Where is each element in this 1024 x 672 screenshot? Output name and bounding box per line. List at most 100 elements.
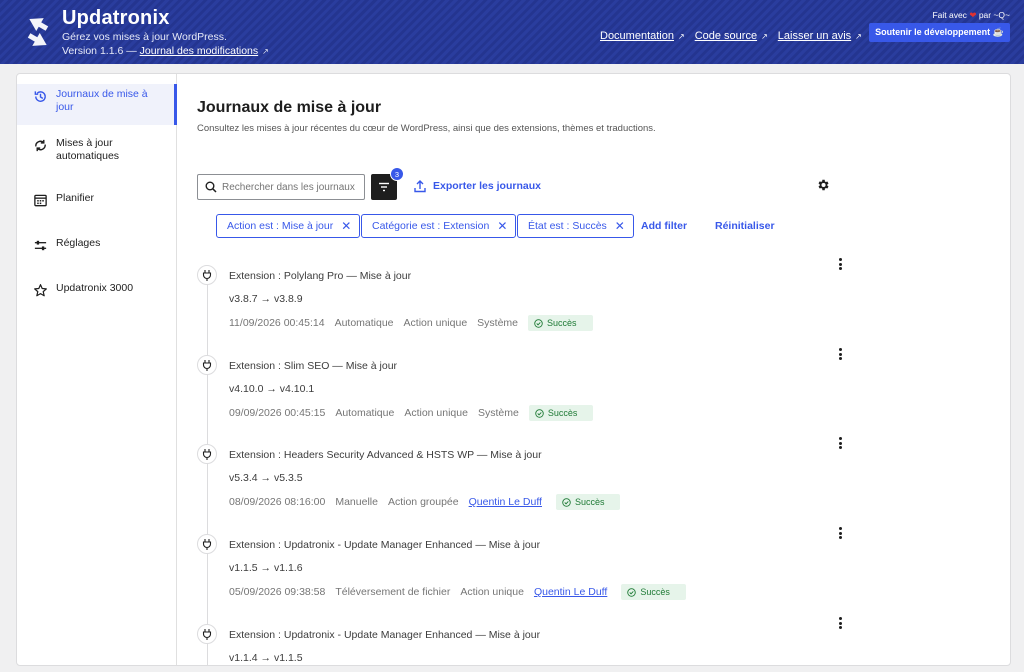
log-meta: 08/09/2026 08:16:00 Manuelle Action grou… xyxy=(229,494,630,510)
made-with-suffix: par ~Q~ xyxy=(978,10,1010,20)
source-code-link[interactable]: Code source xyxy=(695,30,757,42)
log-date: 11/09/2026 00:45:14 xyxy=(229,317,325,329)
sidebar-item-label: Mises à jour automatiques xyxy=(56,137,120,162)
log-title: Extension : Polylang Pro — Mise à jour xyxy=(229,270,412,282)
external-link-icon: ↗ xyxy=(262,47,269,56)
log-mode: Manuelle xyxy=(335,496,378,508)
filter-chip-status[interactable]: État est : Succès ✕ xyxy=(517,214,634,238)
sidebar-item-settings[interactable]: Réglages xyxy=(17,237,175,253)
close-icon[interactable]: ✕ xyxy=(615,219,625,233)
plug-icon xyxy=(197,265,217,285)
app-tagline: Gérez vos mises à jour WordPress. xyxy=(62,31,227,43)
status-badge: Succès xyxy=(555,494,621,510)
search-icon xyxy=(205,181,217,193)
log-user-link[interactable]: Quentin Le Duff xyxy=(534,586,607,598)
app-version: Version 1.1.6 — Journal des modification… xyxy=(62,45,269,57)
plug-icon xyxy=(197,355,217,375)
log-user: Système xyxy=(477,407,519,419)
filter-chip-action[interactable]: Action est : Mise à jour ✕ xyxy=(216,214,361,238)
log-version: v4.10.0 → v4.10.1 xyxy=(229,383,315,395)
search-box[interactable] xyxy=(197,174,365,200)
log-meta: 11/09/2026 00:45:14 Automatique Action u… xyxy=(229,315,603,331)
filter-chip-label: État est : Succès xyxy=(528,220,607,232)
log-date: 09/09/2026 00:45:15 xyxy=(229,407,326,419)
star-icon xyxy=(32,282,48,298)
external-link-icon: ↗ xyxy=(761,32,768,41)
log-date: 05/09/2026 09:38:58 xyxy=(229,586,326,598)
sidebar-item-updatronix-3000[interactable]: Updatronix 3000 xyxy=(17,282,175,298)
log-action: Action groupée xyxy=(387,496,459,508)
page-title: Journaux de mise à jour xyxy=(197,99,382,116)
check-circle-icon xyxy=(627,587,637,597)
main-content: Journaux de mise à jour Consultez les mi… xyxy=(178,74,1010,665)
close-icon[interactable]: ✕ xyxy=(341,219,351,233)
sidebar-item-label: Journaux de mise à jour xyxy=(56,88,148,113)
add-filter-button[interactable]: Add filter xyxy=(641,220,687,232)
upload-icon xyxy=(414,180,426,193)
export-logs-label: Exporter les journaux xyxy=(433,180,541,192)
status-badge: Succès xyxy=(621,584,686,600)
filter-chip-category[interactable]: Catégorie est : Extension ✕ xyxy=(361,214,517,238)
more-options-icon[interactable] xyxy=(834,525,846,541)
log-meta: 05/09/2026 09:38:58 Téléversement de fic… xyxy=(229,584,696,600)
log-user-link[interactable]: Quentin Le Duff xyxy=(469,496,542,508)
calendar-icon xyxy=(32,192,48,208)
log-title: Extension : Slim SEO — Mise à jour xyxy=(229,360,398,372)
log-mode: Automatique xyxy=(334,317,394,329)
history-icon xyxy=(32,88,48,104)
made-with-credit: Fait avec ❤ par ~Q~ xyxy=(932,10,1010,21)
main-card: Journaux de mise à jour Mises à jour aut… xyxy=(16,73,1011,666)
more-options-icon[interactable] xyxy=(834,256,846,272)
log-title: Extension : Headers Security Advanced & … xyxy=(229,449,542,461)
sidebar-item-update-logs[interactable]: Journaux de mise à jour xyxy=(17,84,177,125)
sidebar: Journaux de mise à jour Mises à jour aut… xyxy=(17,74,177,665)
reset-filters-button[interactable]: Réinitialiser xyxy=(715,220,775,232)
check-circle-icon xyxy=(534,318,543,328)
leave-review-link[interactable]: Laisser un avis xyxy=(778,30,851,42)
log-version: v1.1.5 → v1.1.6 xyxy=(229,562,303,574)
plug-icon xyxy=(197,444,217,464)
sidebar-item-schedule[interactable]: Planifier xyxy=(17,192,175,208)
made-with-prefix: Fait avec xyxy=(932,10,967,20)
filter-icon xyxy=(379,182,389,192)
gear-icon[interactable] xyxy=(816,178,830,192)
more-options-icon[interactable] xyxy=(834,615,846,631)
plug-icon xyxy=(197,534,217,554)
status-badge: Succès xyxy=(528,405,594,421)
plug-icon xyxy=(197,624,217,644)
log-version: v3.8.7 → v3.8.9 xyxy=(229,293,303,305)
log-date: 08/09/2026 08:16:00 xyxy=(229,496,326,508)
log-action: Action unique xyxy=(460,586,524,598)
search-input[interactable] xyxy=(222,181,362,193)
sidebar-item-automatic-updates[interactable]: Mises à jour automatiques xyxy=(17,137,175,163)
status-label: Succès xyxy=(547,408,578,418)
sidebar-item-label: Réglages xyxy=(56,237,101,249)
filter-count-badge: 3 xyxy=(390,167,404,181)
log-user: Système xyxy=(477,317,519,329)
documentation-link[interactable]: Documentation xyxy=(600,30,674,42)
sidebar-item-label: Planifier xyxy=(56,192,94,204)
app-header: Updatronix Gérez vos mises à jour WordPr… xyxy=(0,0,1024,64)
log-mode: Téléversement de fichier xyxy=(335,586,451,598)
check-circle-icon xyxy=(562,497,571,507)
log-meta: 09/09/2026 00:45:15 Automatique Action u… xyxy=(229,405,603,421)
support-development-button[interactable]: Soutenir le développement ☕ xyxy=(869,23,1010,42)
changelog-link[interactable]: Journal des modifications xyxy=(140,45,258,57)
export-logs-button[interactable]: Exporter les journaux xyxy=(413,179,541,193)
status-label: Succès xyxy=(574,497,605,507)
external-link-icon: ↗ xyxy=(678,32,685,41)
status-label: Succès xyxy=(547,318,577,328)
sliders-icon xyxy=(32,237,48,253)
more-options-icon[interactable] xyxy=(834,435,846,451)
sync-icon xyxy=(32,137,48,153)
header-links: Documentation ↗ Code source ↗ Laisser un a… xyxy=(600,30,862,42)
app-name: Updatronix xyxy=(62,7,170,29)
log-action: Action unique xyxy=(403,317,468,329)
close-icon[interactable]: ✕ xyxy=(497,219,507,233)
status-label: Succès xyxy=(640,587,670,597)
log-version: v5.3.4 → v5.3.5 xyxy=(229,472,303,484)
log-title: Extension : Updatronix - Update Manager … xyxy=(229,629,541,641)
external-link-icon: ↗ xyxy=(855,32,862,41)
more-options-icon[interactable] xyxy=(834,346,846,362)
page-description: Consultez les mises à jour récentes du c… xyxy=(197,123,656,134)
